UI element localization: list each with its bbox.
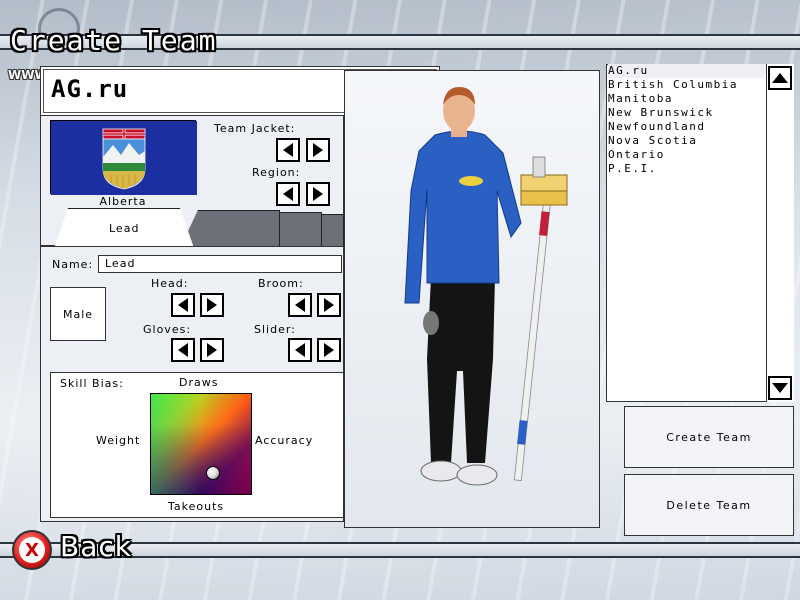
- skill-takeouts-label: Takeouts: [168, 500, 225, 513]
- team-list-item[interactable]: Ontario: [608, 148, 665, 162]
- delete-team-button[interactable]: Delete Team: [624, 474, 794, 536]
- region-label: Region:: [252, 166, 301, 179]
- broom-next-button[interactable]: [317, 293, 341, 317]
- gloves-label: Gloves:: [143, 323, 192, 336]
- broom-prev-button[interactable]: [288, 293, 312, 317]
- team-jacket-next-button[interactable]: [306, 138, 330, 162]
- region-name-label: Alberta: [99, 195, 147, 208]
- arrow-right-icon: [207, 343, 217, 357]
- region-prev-button[interactable]: [276, 182, 300, 206]
- create-team-button[interactable]: Create Team: [624, 406, 794, 468]
- gloves-next-button[interactable]: [200, 338, 224, 362]
- skill-weight-label: Weight: [96, 434, 141, 447]
- slider-next-button[interactable]: [317, 338, 341, 362]
- arrow-left-icon: [283, 143, 293, 157]
- region-next-button[interactable]: [306, 182, 330, 206]
- tab-lead-label: Lead: [109, 222, 140, 235]
- arrow-right-icon: [313, 143, 323, 157]
- arrow-left-icon: [178, 343, 188, 357]
- team-list-item[interactable]: British Columbia: [608, 78, 738, 92]
- team-jacket-prev-button[interactable]: [276, 138, 300, 162]
- arrow-down-icon: [772, 383, 788, 393]
- region-flag: [50, 120, 197, 195]
- tab-lead[interactable]: Lead: [54, 208, 194, 248]
- alberta-crest-icon: [51, 121, 197, 195]
- team-list-item[interactable]: Nova Scotia: [608, 134, 697, 148]
- skill-accuracy-label: Accuracy: [255, 434, 314, 447]
- slider-label: Slider:: [254, 323, 296, 336]
- team-list-item[interactable]: New Brunswick: [608, 106, 714, 120]
- arrow-right-icon: [324, 298, 334, 312]
- team-name-value: AG.ru: [51, 75, 129, 103]
- page-title: Create Team: [10, 24, 218, 57]
- x-button-icon[interactable]: X: [12, 530, 52, 570]
- arrow-right-icon: [207, 298, 217, 312]
- arrow-left-icon: [283, 187, 293, 201]
- team-list-item[interactable]: Manitoba: [608, 92, 673, 106]
- arrow-left-icon: [178, 298, 188, 312]
- slider-prev-button[interactable]: [288, 338, 312, 362]
- scroll-down-button[interactable]: [768, 376, 792, 400]
- head-label: Head:: [151, 277, 189, 290]
- team-list-item[interactable]: Newfoundland: [608, 120, 705, 134]
- player-name-label: Name:: [52, 258, 94, 271]
- x-glyph: X: [19, 537, 45, 563]
- arrow-left-icon: [295, 298, 305, 312]
- gender-toggle-button[interactable]: Male: [50, 287, 106, 341]
- team-jacket-label: Team Jacket:: [214, 122, 296, 135]
- head-prev-button[interactable]: [171, 293, 195, 317]
- skill-draws-label: Draws: [179, 376, 219, 389]
- curler-figure-icon: [404, 87, 568, 486]
- team-list-scrollbar[interactable]: [766, 64, 794, 402]
- arrow-left-icon: [295, 343, 305, 357]
- skill-bias-handle[interactable]: [206, 465, 221, 480]
- player-preview-panel: [344, 70, 600, 528]
- gloves-prev-button[interactable]: [171, 338, 195, 362]
- back-button[interactable]: Back: [60, 530, 132, 563]
- player-name-input[interactable]: Lead: [98, 255, 342, 273]
- skill-bias-label: Skill Bias:: [60, 377, 124, 390]
- head-next-button[interactable]: [200, 293, 224, 317]
- arrow-right-icon: [313, 187, 323, 201]
- scroll-up-button[interactable]: [768, 66, 792, 90]
- skill-bias-grid[interactable]: [150, 393, 252, 495]
- team-list-item[interactable]: AG.ru: [608, 64, 766, 78]
- arrow-up-icon: [772, 73, 788, 83]
- team-list-item[interactable]: P.E.I.: [608, 162, 657, 176]
- arrow-right-icon: [324, 343, 334, 357]
- broom-label: Broom:: [258, 277, 304, 290]
